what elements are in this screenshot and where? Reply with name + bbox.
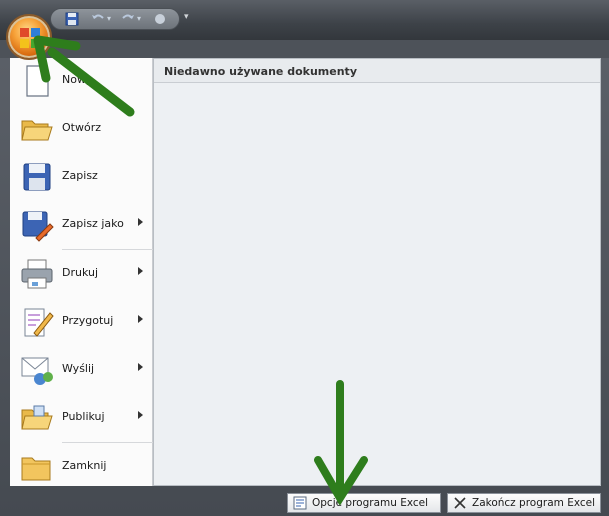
menu-item-label: Drukuj [62, 266, 99, 279]
options-icon [293, 496, 307, 510]
menu-item-prepare[interactable]: Przygotuj [10, 299, 153, 345]
menu-item-label: Otwórz [62, 121, 101, 134]
menu-item-send[interactable]: Wyślij [10, 347, 153, 393]
prepare-pen-icon [24, 308, 54, 337]
exit-excel-button[interactable]: Zakończ program Excel [447, 493, 601, 513]
menu-item-close[interactable]: Zamknij [10, 444, 153, 490]
redo-icon[interactable] [121, 12, 135, 26]
menu-footer: Opcje programu Excel Zakończ program Exc… [10, 486, 601, 516]
submenu-arrow-icon [138, 363, 143, 371]
printer-icon [21, 259, 53, 289]
save-as-icon [22, 211, 54, 242]
menu-item-label: Publikuj [62, 410, 105, 423]
customize-toolbar-icon[interactable]: ▾ [184, 12, 194, 22]
menu-item-print[interactable]: Drukuj [10, 251, 153, 297]
menu-item-label: Zapisz jako [62, 217, 124, 230]
quick-access-toolbar: ▾ ▾ [50, 8, 180, 30]
submenu-arrow-icon [138, 218, 143, 226]
annotation-arrow-options-button [314, 380, 368, 505]
undo-dropdown-icon[interactable]: ▾ [107, 12, 111, 26]
recent-documents-panel: Niedawno używane dokumenty [153, 58, 601, 486]
command-list: Nowy Otwórz Zapisz Zapisz jako Drukuj Pr… [10, 58, 153, 486]
undo-icon[interactable] [91, 12, 105, 26]
menu-item-save-as[interactable]: Zapisz jako [10, 202, 153, 248]
send-icon [21, 357, 53, 385]
menu-separator [62, 442, 153, 443]
submenu-arrow-icon [138, 411, 143, 419]
circle-icon[interactable] [153, 12, 167, 26]
menu-separator [62, 249, 153, 250]
menu-item-save[interactable]: Zapisz [10, 154, 153, 200]
exit-excel-label: Zakończ program Excel [472, 497, 596, 509]
publish-folder-icon [21, 405, 53, 430]
menu-item-label: Przygotuj [62, 314, 114, 327]
menu-item-label: Zapisz [62, 169, 98, 182]
menu-item-label: Zamknij [62, 459, 107, 472]
recent-documents-title: Niedawno używane dokumenty [164, 65, 357, 78]
annotation-arrow-office-button [33, 35, 135, 117]
close-x-icon [454, 497, 466, 509]
menu-item-label: Wyślij [62, 362, 95, 375]
redo-dropdown-icon[interactable]: ▾ [137, 12, 141, 26]
close-folder-icon [21, 457, 51, 481]
submenu-arrow-icon [138, 267, 143, 275]
save-icon[interactable] [65, 12, 79, 26]
recent-documents-header: Niedawno używane dokumenty [154, 59, 600, 83]
submenu-arrow-icon [138, 315, 143, 323]
menu-item-publish[interactable]: Publikuj [10, 395, 153, 441]
save-disk-icon [23, 163, 51, 191]
